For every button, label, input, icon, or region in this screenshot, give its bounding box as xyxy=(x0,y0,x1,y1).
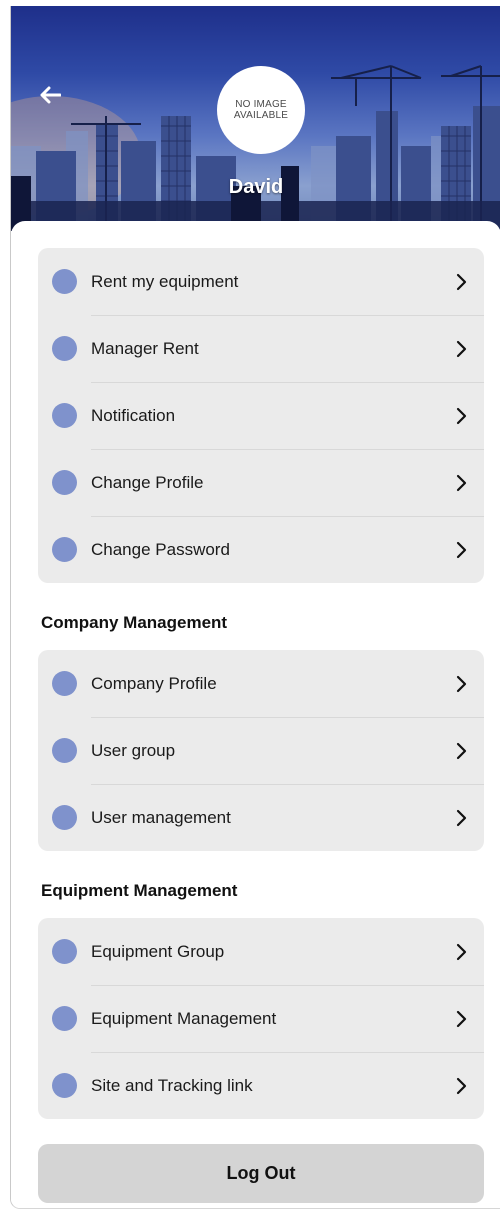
menu-item-site-and-tracking-link[interactable]: Site and Tracking link xyxy=(38,1052,484,1119)
menu-item-label: Rent my equipment xyxy=(91,271,239,291)
menu-content: Rent my equipment Manager Rent Notificat… xyxy=(11,221,500,1208)
menu-item-label: Change Password xyxy=(91,539,230,559)
equipment-menu-card: Equipment Group Equipment Management Sit… xyxy=(38,918,484,1119)
circle-dot-icon xyxy=(52,1006,77,1031)
menu-item-label: Company Profile xyxy=(91,673,217,693)
logout-button[interactable]: Log Out xyxy=(38,1144,484,1203)
chevron-right-icon xyxy=(454,674,468,694)
chevron-right-icon xyxy=(454,1076,468,1096)
section-title-company-management: Company Management xyxy=(41,613,228,632)
circle-dot-icon xyxy=(52,403,77,428)
menu-item-label: Site and Tracking link xyxy=(91,1075,253,1095)
chevron-right-icon xyxy=(454,473,468,493)
menu-item-change-password[interactable]: Change Password xyxy=(38,516,484,583)
menu-item-label: Change Profile xyxy=(91,472,204,492)
circle-dot-icon xyxy=(52,336,77,361)
chevron-right-icon xyxy=(454,406,468,426)
menu-item-user-management[interactable]: User management xyxy=(38,784,484,851)
circle-dot-icon xyxy=(52,470,77,495)
menu-item-label: Equipment Management xyxy=(91,1008,277,1028)
menu-item-company-profile[interactable]: Company Profile xyxy=(38,650,484,717)
circle-dot-icon xyxy=(52,269,77,294)
chevron-right-icon xyxy=(454,339,468,359)
menu-item-label: User group xyxy=(91,740,176,760)
menu-item-label: Equipment Group xyxy=(91,941,225,961)
menu-item-notification[interactable]: Notification xyxy=(38,382,484,449)
circle-dot-icon xyxy=(52,805,77,830)
back-button[interactable] xyxy=(35,80,65,110)
user-name: David xyxy=(228,176,284,198)
menu-item-label: User management xyxy=(91,807,231,827)
account-menu-card: Rent my equipment Manager Rent Notificat… xyxy=(38,248,484,583)
avatar-placeholder-text: NO IMAGE AVAILABLE xyxy=(233,99,289,121)
avatar[interactable]: NO IMAGE AVAILABLE xyxy=(217,66,305,154)
circle-dot-icon xyxy=(52,939,77,964)
menu-item-label: Manager Rent xyxy=(91,338,199,358)
chevron-right-icon xyxy=(454,942,468,962)
company-menu-card: Company Profile User group User manageme… xyxy=(38,650,484,851)
menu-item-rent-my-equipment[interactable]: Rent my equipment xyxy=(38,248,484,315)
menu-item-equipment-group[interactable]: Equipment Group xyxy=(38,918,484,985)
chevron-right-icon xyxy=(454,741,468,761)
menu-item-change-profile[interactable]: Change Profile xyxy=(38,449,484,516)
section-title-equipment-management: Equipment Management xyxy=(41,881,238,900)
menu-item-manager-rent[interactable]: Manager Rent xyxy=(38,315,484,382)
menu-item-equipment-management[interactable]: Equipment Management xyxy=(38,985,484,1052)
circle-dot-icon xyxy=(52,1073,77,1098)
profile-header: NO IMAGE AVAILABLE David xyxy=(11,6,500,231)
chevron-right-icon xyxy=(454,808,468,828)
circle-dot-icon xyxy=(52,738,77,763)
circle-dot-icon xyxy=(52,537,77,562)
chevron-right-icon xyxy=(454,272,468,292)
chevron-right-icon xyxy=(454,1009,468,1029)
circle-dot-icon xyxy=(52,671,77,696)
app-frame: NO IMAGE AVAILABLE David Rent my equipme… xyxy=(10,6,500,1209)
chevron-right-icon xyxy=(454,540,468,560)
menu-item-user-group[interactable]: User group xyxy=(38,717,484,784)
arrow-left-icon xyxy=(40,86,61,104)
menu-item-label: Notification xyxy=(91,405,176,425)
